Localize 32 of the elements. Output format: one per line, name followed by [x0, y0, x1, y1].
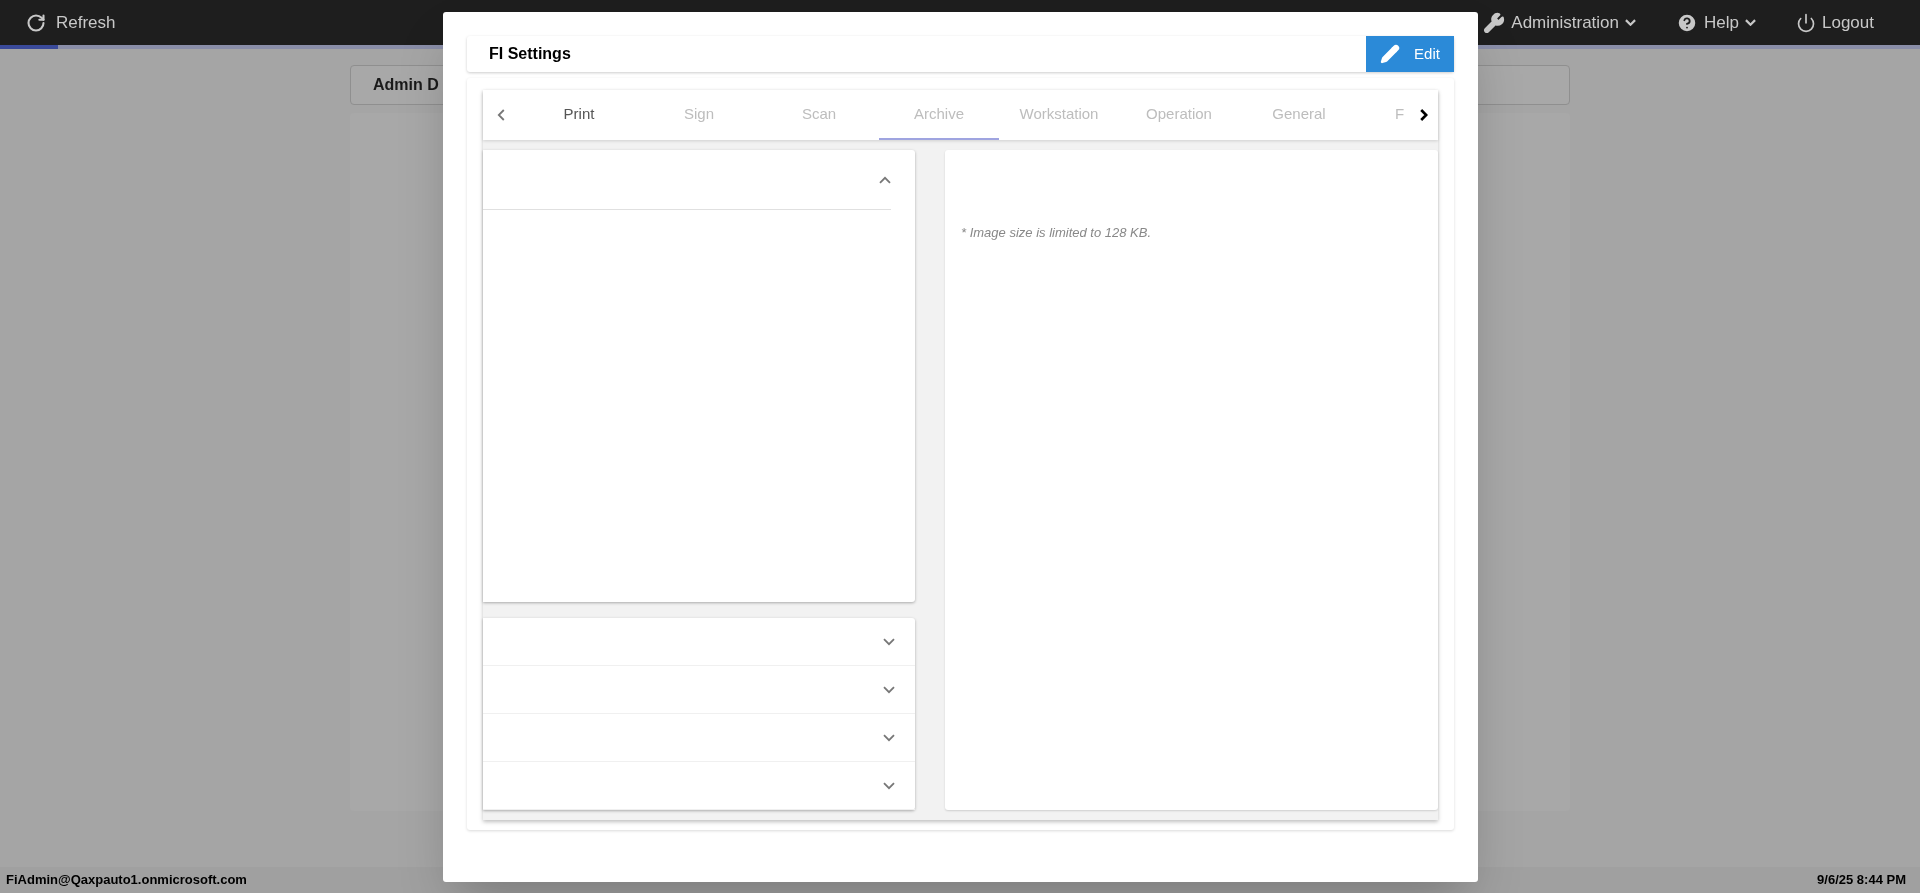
tab[interactable]: General	[1239, 90, 1359, 140]
dialog-title: FI Settings	[489, 44, 571, 64]
expand-icon	[883, 637, 895, 646]
refresh-icon	[26, 12, 46, 33]
tab[interactable]: Print	[519, 90, 639, 140]
power-icon	[1796, 12, 1816, 33]
expand-icon	[883, 781, 895, 790]
collapse-icon[interactable]	[879, 175, 891, 184]
card-title: Admin D	[373, 75, 439, 95]
wrench-icon	[1483, 11, 1506, 34]
edit-button[interactable]: Edit	[1366, 36, 1454, 72]
tab[interactable]: Sign	[639, 90, 759, 140]
pencil-icon	[1380, 44, 1401, 64]
menu-button[interactable]: Administration	[1483, 9, 1637, 36]
tab[interactable]: F	[1391, 90, 1409, 140]
date-time: 9/6/25 8:44 PM	[1817, 871, 1907, 890]
refresh-button[interactable]: Refresh	[26, 9, 116, 36]
menu-button[interactable]: Help	[1676, 9, 1756, 36]
tab[interactable]: Archive	[879, 90, 999, 140]
scroll-left-icon[interactable]	[497, 109, 505, 121]
expand-icon	[883, 685, 895, 694]
tab[interactable]: Operation	[1119, 90, 1239, 140]
user-email: FiAdmin@Qaxpauto1.onmicrosoft.com	[6, 871, 247, 890]
chevron-icon	[1625, 18, 1637, 27]
menu-button[interactable]: Logout	[1796, 9, 1874, 36]
expand-icon	[883, 733, 895, 742]
scroll-right-icon[interactable]	[1420, 109, 1428, 121]
chevron-icon	[1745, 18, 1756, 27]
help-icon	[1676, 11, 1699, 34]
tab[interactable]: Workstation	[999, 90, 1119, 140]
image-size-note: * Image size is limited to 128 KB.	[961, 225, 1152, 240]
tab[interactable]: Scan	[759, 90, 879, 140]
